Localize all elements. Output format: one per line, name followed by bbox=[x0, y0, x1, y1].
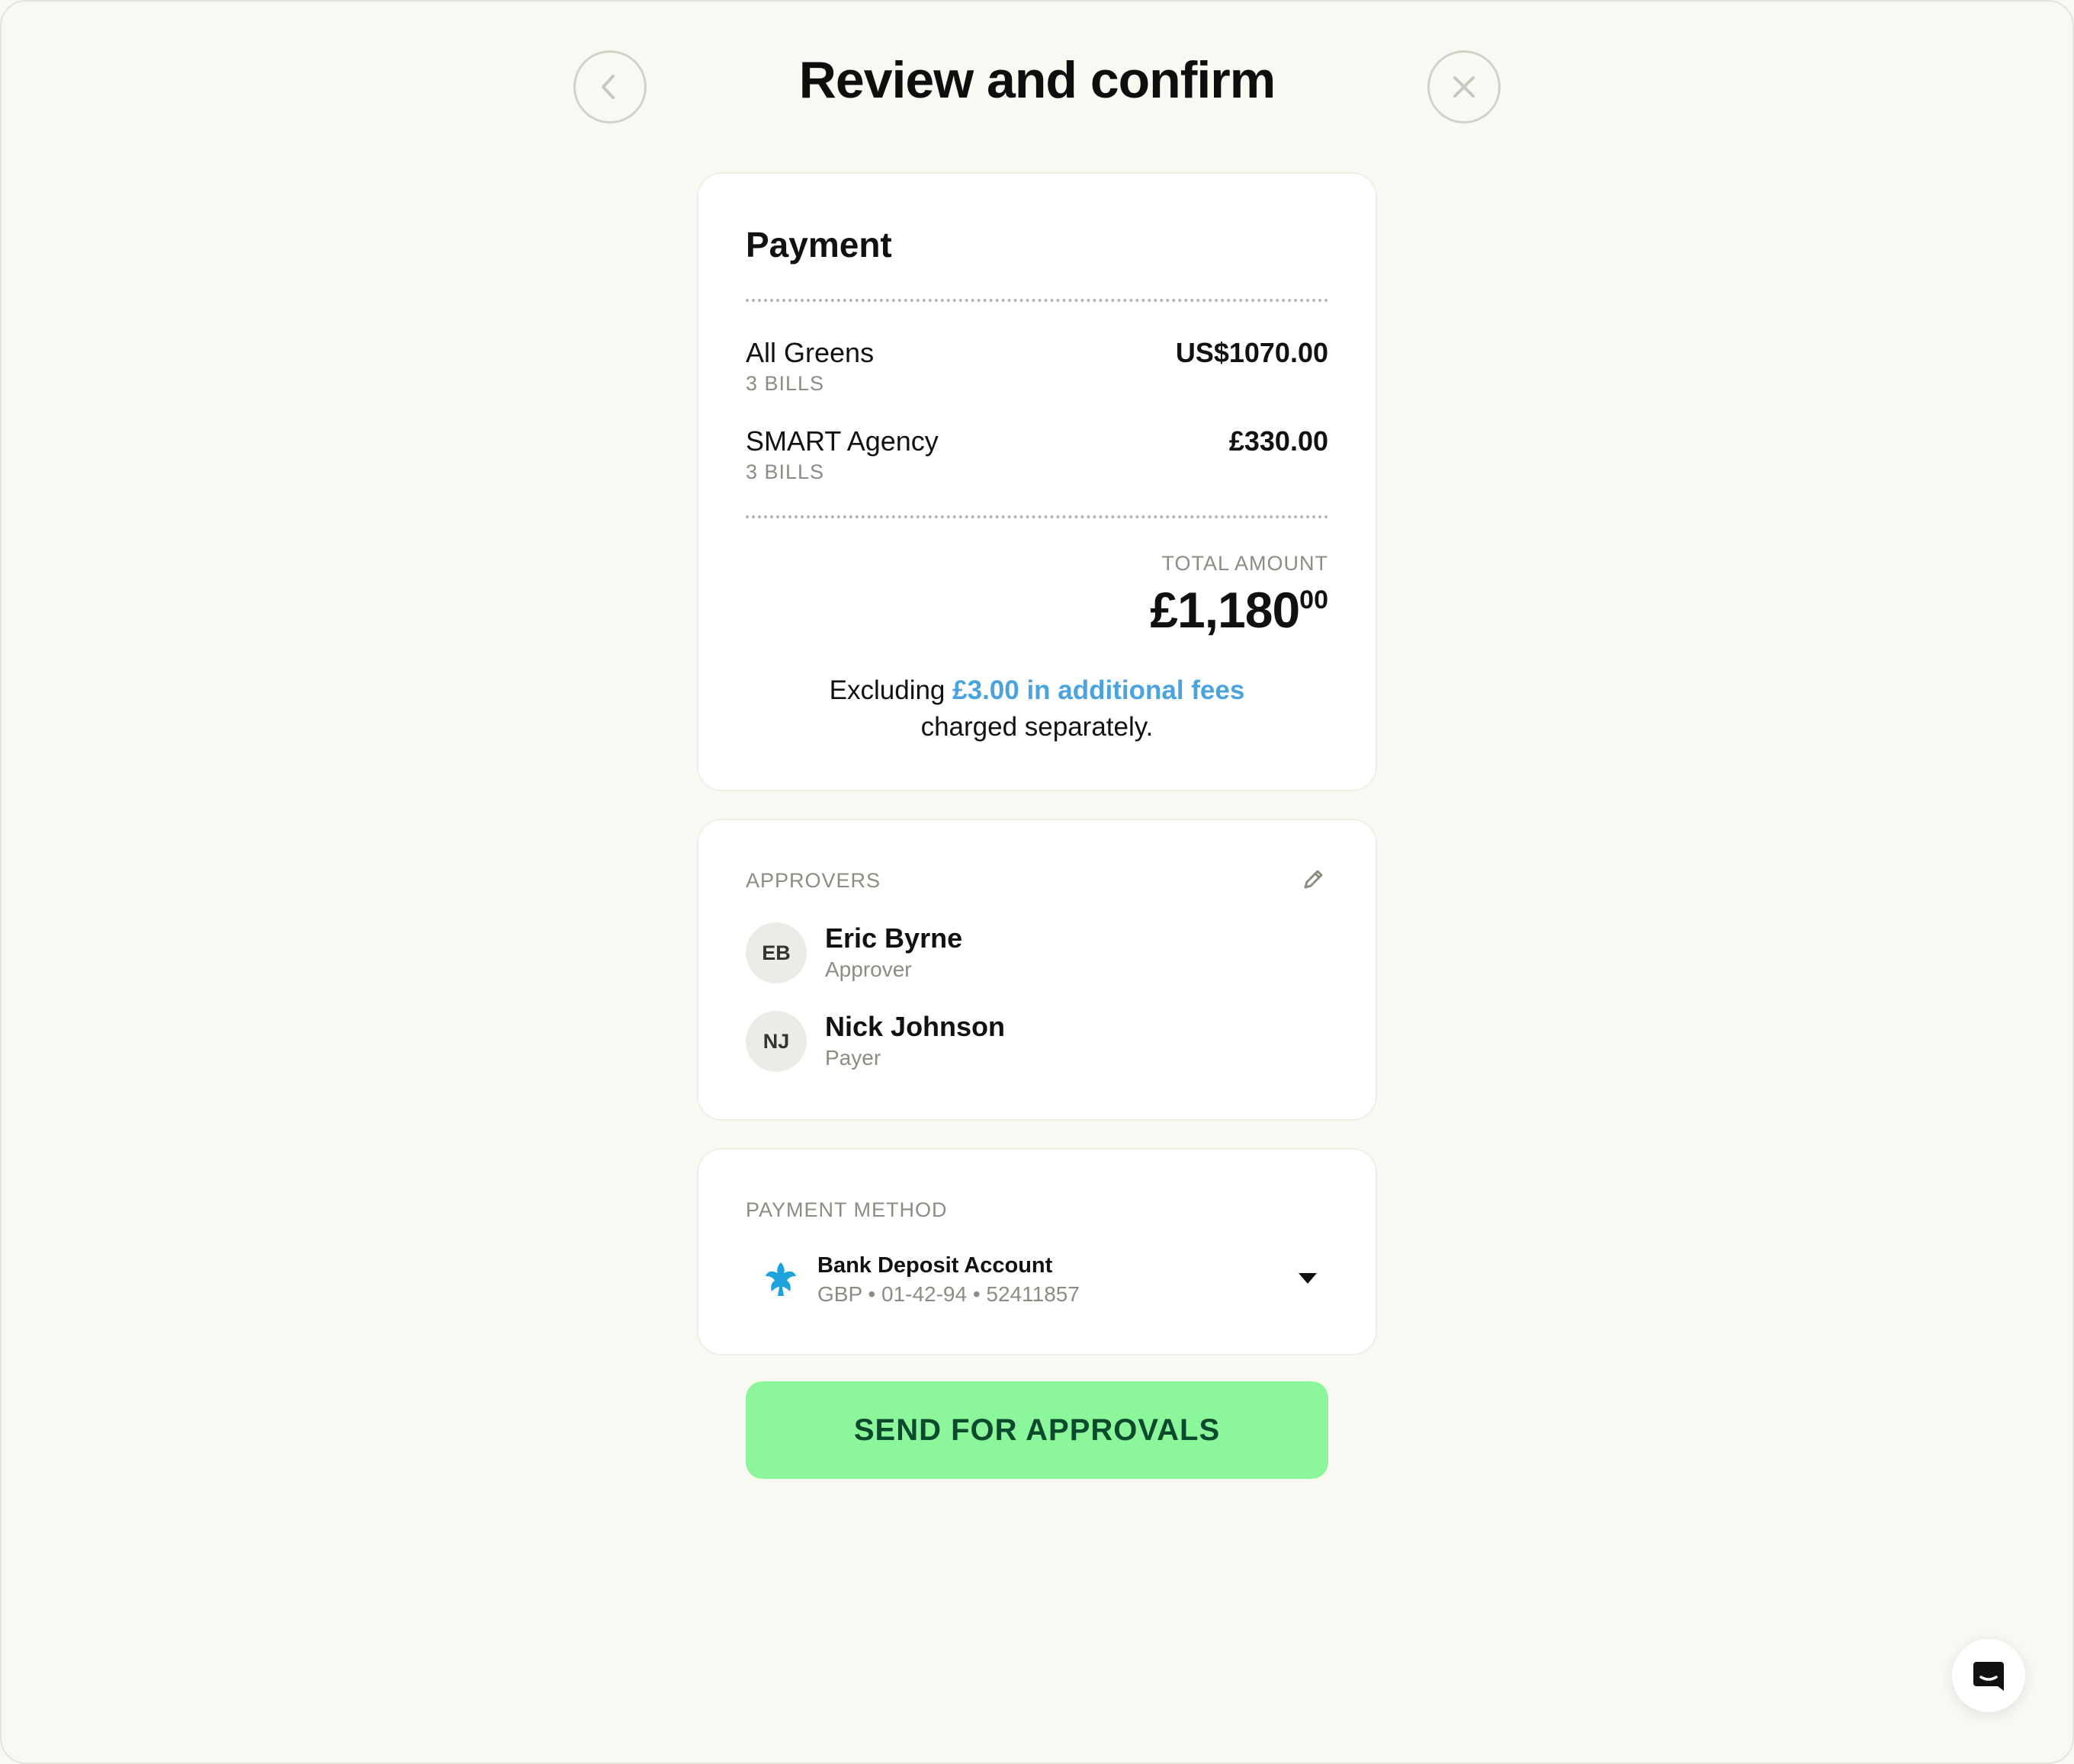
total-label: TOTAL AMOUNT bbox=[1161, 552, 1328, 575]
payee-amount: £330.00 bbox=[1228, 425, 1328, 457]
payee-name: SMART Agency bbox=[746, 425, 939, 457]
account-details: GBP • 01-42-94 • 52411857 bbox=[817, 1282, 1080, 1306]
page-title: Review and confirm bbox=[798, 51, 1276, 109]
fees-prefix: Excluding bbox=[829, 675, 946, 705]
approver-role: Payer bbox=[825, 1046, 881, 1070]
payee-name: All Greens bbox=[746, 337, 875, 368]
approvers-label: APPROVERS bbox=[746, 869, 881, 892]
total-amount-cents: 00 bbox=[1299, 585, 1328, 614]
chat-icon bbox=[1973, 1662, 2004, 1691]
payment-title: Payment bbox=[746, 225, 892, 265]
total-amount-main: £1,180 bbox=[1150, 582, 1300, 638]
payment-card: Payment All Greens US$1070.00 3 BILLS SM… bbox=[697, 172, 1377, 791]
approver-name: Eric Byrne bbox=[825, 922, 963, 954]
account-name: Bank Deposit Account bbox=[817, 1253, 1053, 1278]
approvers-card: APPROVERS EB Eric Byrne Approver NJ Nick… bbox=[697, 819, 1377, 1121]
avatar: NJ bbox=[746, 1011, 807, 1072]
pencil-icon bbox=[1304, 870, 1323, 889]
edit-approvers-button[interactable] bbox=[1301, 866, 1328, 893]
bill-count: 3 BILLS bbox=[746, 460, 825, 483]
caret-down-icon bbox=[1298, 1272, 1318, 1289]
additional-fees-link[interactable]: £3.00 in additional fees bbox=[952, 675, 1244, 705]
fees-note: Excluding £3.00 in additional fees charg… bbox=[698, 672, 1376, 746]
total-amount: £1,180 00 bbox=[1150, 581, 1328, 639]
bill-count: 3 BILLS bbox=[746, 372, 825, 395]
payment-method-label: PAYMENT METHOD bbox=[746, 1198, 948, 1221]
payment-method-card: PAYMENT METHOD Bank Deposit Account GBP … bbox=[697, 1148, 1377, 1355]
divider bbox=[746, 299, 1328, 302]
payment-method-select[interactable]: Bank Deposit Account GBP • 01-42-94 • 52… bbox=[729, 1238, 1345, 1322]
divider bbox=[746, 515, 1328, 518]
chat-launcher-button[interactable] bbox=[1952, 1639, 2025, 1712]
approver-role: Approver bbox=[825, 957, 912, 981]
fees-suffix: charged separately. bbox=[920, 712, 1154, 742]
eagle-bank-icon bbox=[762, 1259, 799, 1303]
payee-amount: US$1070.00 bbox=[1175, 337, 1328, 368]
close-button[interactable] bbox=[1427, 50, 1501, 123]
send-for-approvals-button[interactable]: SEND FOR APPROVALS bbox=[746, 1381, 1328, 1479]
avatar: EB bbox=[746, 922, 807, 983]
approver-name: Nick Johnson bbox=[825, 1011, 1006, 1042]
close-icon bbox=[1453, 76, 1475, 98]
